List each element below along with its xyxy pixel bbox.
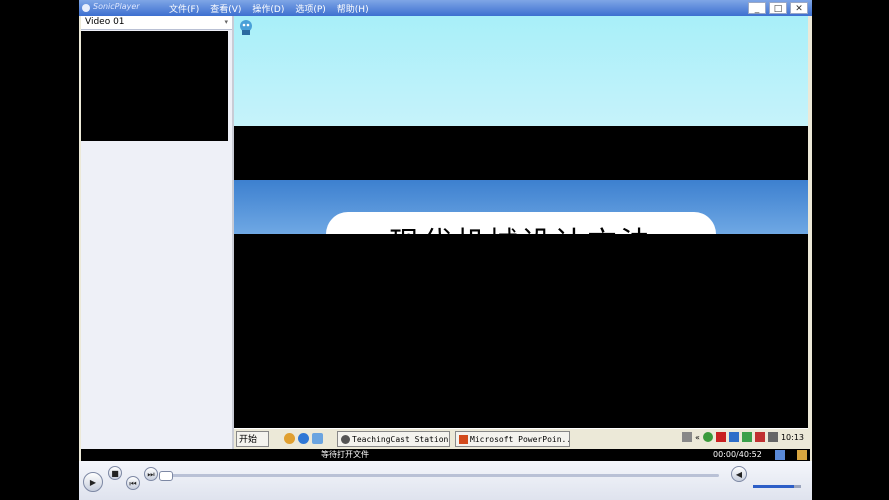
previous-button[interactable]: ⏮ — [126, 476, 140, 490]
menu-file[interactable]: 文件(F) — [169, 2, 199, 15]
slide-title: 现代机械设计方法 — [326, 218, 716, 234]
system-tray: « 10:13 — [682, 432, 804, 442]
folder-icon[interactable] — [797, 450, 807, 460]
play-icon: ▶ — [89, 478, 97, 487]
playlist-panel: Video 01 ▾ — [81, 16, 233, 449]
start-button[interactable]: 开始 — [236, 431, 269, 447]
app-title: SonicPlayer — [93, 2, 140, 11]
mascot-icon — [240, 20, 252, 35]
powerpoint-icon — [459, 435, 468, 444]
next-button[interactable]: ⏭ — [144, 467, 158, 481]
player-window: SonicPlayer 文件(F) 查看(V) 操作(D) 选项(P) 帮助(H… — [79, 0, 812, 500]
recorded-taskbar: 开始 TeachingCast Station Microsoft PowerP… — [234, 428, 808, 449]
speaker-icon[interactable] — [767, 432, 778, 442]
maximize-button[interactable]: □ — [769, 2, 787, 14]
browser-icon[interactable] — [298, 433, 309, 444]
start-label: 开始 — [239, 435, 258, 445]
time-display: 00:00/40:52 — [713, 450, 762, 459]
slide-title-pill: 现代机械设计方法 — [326, 212, 716, 234]
app-icon — [82, 4, 90, 12]
teachingcast-icon — [341, 435, 350, 444]
playback-controls: ▶ ■ ⏮ ⏭ ◀ — [79, 461, 812, 500]
task-powerpoint[interactable]: Microsoft PowerPoin... — [455, 431, 570, 447]
window-controls: _ □ ✕ — [748, 2, 808, 14]
keyboard-icon[interactable] — [682, 432, 693, 442]
tray-expand-chevron[interactable]: « — [695, 433, 700, 442]
close-button[interactable]: ✕ — [790, 2, 808, 14]
equalizer-icon[interactable] — [775, 450, 785, 460]
slide-title-banner: 现代机械设计方法 — [234, 180, 808, 234]
status-message: 等待打开文件 — [321, 450, 369, 459]
antivirus-icon[interactable] — [715, 432, 726, 442]
volume-button[interactable]: ◀ — [731, 466, 747, 482]
display-icon[interactable] — [728, 432, 739, 442]
task-teachingcast-label: TeachingCast Station — [352, 435, 449, 444]
volume-level — [753, 485, 794, 488]
menu-view[interactable]: 查看(V) — [210, 2, 241, 15]
volume-icon: ◀ — [735, 470, 743, 479]
network-icon[interactable] — [702, 432, 713, 442]
task-teachingcast[interactable]: TeachingCast Station — [337, 431, 450, 447]
previous-icon: ⏮ — [129, 479, 137, 488]
video-area[interactable]: 现代机械设计方法 开始 TeachingCast Station Microso… — [234, 16, 808, 449]
menu-operate[interactable]: 操作(D) — [252, 2, 284, 15]
chart-tray-icon[interactable] — [741, 432, 752, 442]
next-icon: ⏭ — [147, 470, 155, 479]
video-black-band — [234, 126, 808, 180]
seek-bar[interactable] — [159, 471, 719, 481]
stop-button[interactable]: ■ — [108, 466, 122, 480]
video-select-label: Video 01 — [85, 17, 125, 27]
video-thumbnail[interactable] — [81, 31, 228, 141]
slide-sky-background — [234, 16, 808, 126]
minimize-button[interactable]: _ — [748, 2, 766, 14]
menu-options[interactable]: 选项(P) — [295, 2, 325, 15]
desktop-icon[interactable] — [312, 433, 323, 444]
title-bar[interactable]: SonicPlayer 文件(F) 查看(V) 操作(D) 选项(P) 帮助(H… — [79, 0, 812, 16]
recorder-icon[interactable] — [754, 432, 765, 442]
seek-handle[interactable] — [159, 471, 173, 481]
task-powerpoint-label: Microsoft PowerPoin... — [470, 435, 570, 444]
menu-help[interactable]: 帮助(H) — [337, 2, 369, 15]
chevron-down-icon[interactable]: ▾ — [224, 16, 228, 29]
stop-icon: ■ — [111, 469, 119, 478]
media-player-icon[interactable] — [284, 433, 295, 444]
menu-bar: 文件(F) 查看(V) 操作(D) 选项(P) 帮助(H) — [169, 2, 369, 15]
status-bar: 等待打开文件 00:00/40:52 — [81, 449, 810, 461]
volume-slider[interactable] — [753, 485, 801, 488]
play-button[interactable]: ▶ — [83, 472, 103, 492]
tray-clock: 10:13 — [780, 432, 804, 442]
video-select[interactable]: Video 01 ▾ — [81, 16, 232, 30]
